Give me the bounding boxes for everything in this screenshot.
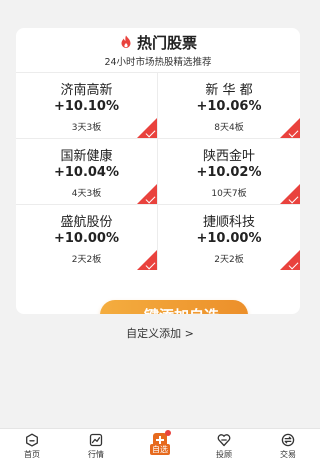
stock-name: 陕西金叶 xyxy=(202,149,255,164)
stock-change: +10.00% xyxy=(53,231,120,246)
tab-label: 交易 xyxy=(280,450,296,459)
tab-watchlist[interactable]: 自选 xyxy=(128,429,192,462)
stock-streak: 10天7板 xyxy=(211,189,247,199)
tab-advisor[interactable]: 投顾 xyxy=(192,429,256,462)
stock-streak: 2天2板 xyxy=(71,255,102,265)
hot-stocks-card: 热门股票 24小时市场热股精选推荐 济南高新 +10.10% 3天3板 新 华 … xyxy=(16,28,300,314)
tab-trade[interactable]: 交易 xyxy=(256,429,320,462)
tab-label: 自选 xyxy=(150,444,170,455)
stock-tile[interactable]: 济南高新 +10.10% 3天3板 xyxy=(16,72,158,138)
tab-label: 首页 xyxy=(24,450,40,459)
stock-change: +10.06% xyxy=(196,99,262,114)
add-all-to-watchlist-button[interactable]: 一键添加自选 xyxy=(100,300,248,314)
home-icon xyxy=(26,433,38,447)
tab-market[interactable]: 行情 xyxy=(64,429,128,462)
card-subtitle: 24小时市场热股精选推荐 xyxy=(104,57,212,68)
notification-dot xyxy=(165,430,171,436)
flame-icon xyxy=(121,35,131,48)
title-row: 热门股票 xyxy=(16,32,300,52)
stock-tile[interactable]: 新 华 都 +10.06% 8天4板 xyxy=(158,72,300,138)
tab-home[interactable]: 首页 xyxy=(0,429,64,462)
stock-streak: 8天4板 xyxy=(214,123,244,133)
card-header: 热门股票 24小时市场热股精选推荐 xyxy=(16,28,300,72)
stock-change: +10.02% xyxy=(196,165,262,180)
stock-streak: 4天3板 xyxy=(71,189,102,199)
heart-shield-icon xyxy=(217,434,231,447)
stock-tile[interactable]: 捷顺科技 +10.00% 2天2板 xyxy=(158,204,300,270)
stock-tile[interactable]: 陕西金叶 +10.02% 10天7板 xyxy=(158,138,300,204)
stock-name: 盛航股份 xyxy=(60,215,113,230)
stock-change: +10.00% xyxy=(196,231,262,246)
bottom-tab-bar: 首页 行情 自选 投顾 交易 xyxy=(0,428,320,462)
card-title: 热门股票 xyxy=(136,33,197,52)
stock-name: 国新健康 xyxy=(60,149,113,164)
stock-streak: 3天3板 xyxy=(71,123,102,133)
custom-add-link[interactable]: 自定义添加 > xyxy=(0,325,320,341)
stock-name: 新 华 都 xyxy=(205,83,253,98)
chart-icon xyxy=(89,433,103,447)
stock-tile[interactable]: 国新健康 +10.04% 4天3板 xyxy=(16,138,158,204)
exchange-icon xyxy=(281,433,295,447)
stock-grid: 济南高新 +10.10% 3天3板 新 华 都 +10.06% 8天4板 国新健… xyxy=(16,72,300,270)
stock-streak: 2天2板 xyxy=(214,255,244,265)
tab-label: 行情 xyxy=(88,450,104,459)
stock-name: 济南高新 xyxy=(60,83,113,98)
stock-change: +10.10% xyxy=(53,99,120,114)
tab-label: 投顾 xyxy=(216,450,232,459)
stock-tile[interactable]: 盛航股份 +10.00% 2天2板 xyxy=(16,204,158,270)
stock-name: 捷顺科技 xyxy=(202,215,255,230)
stock-change: +10.04% xyxy=(53,165,120,180)
